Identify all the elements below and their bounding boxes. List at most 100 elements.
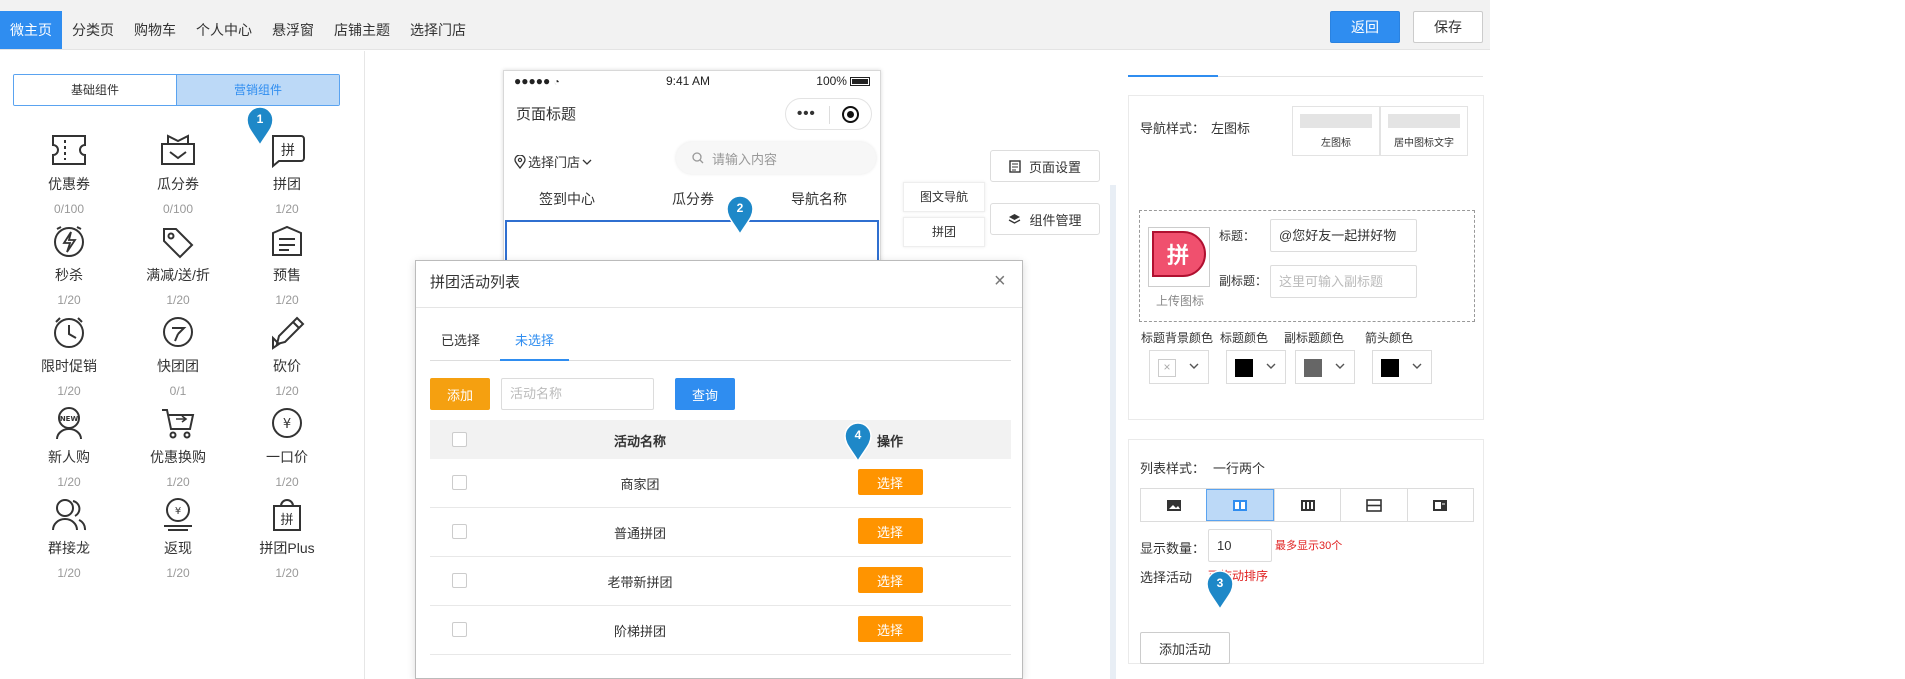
component-count: 1/20	[166, 566, 190, 580]
top-bar: 微主页 分类页 购物车 个人中心 悬浮窗 店铺主题 选择门店 返回 保存	[0, 0, 1490, 50]
query-button[interactable]: 查询	[675, 378, 735, 410]
select-button[interactable]: 选择	[857, 567, 923, 593]
select-button[interactable]: 选择	[857, 518, 923, 544]
svg-text:拼: 拼	[280, 513, 293, 528]
page-title: 页面标题	[516, 106, 577, 123]
title-label: 标题：	[1219, 229, 1256, 243]
tab-selected[interactable]: 已选择	[441, 331, 480, 361]
color-label: 副标题颜色	[1284, 331, 1345, 345]
chevron-down-icon	[1412, 363, 1422, 369]
subtitle-color-picker[interactable]	[1295, 350, 1355, 384]
component-group-chain[interactable]: 群接龙 1/20	[14, 482, 124, 593]
back-button[interactable]: 返回	[1330, 11, 1400, 43]
row-checkbox[interactable]	[452, 475, 467, 490]
list-style-card[interactable]	[1406, 489, 1473, 521]
component-cashback[interactable]: ¥ 返现 1/20	[123, 482, 233, 593]
list-style-list[interactable]	[1340, 489, 1406, 521]
component-name: 瓜分券	[157, 176, 199, 192]
settings-panel: 导航样式： 左图标 左图标 居中图标文字 拼 上传图标 标题： @您好友一起拼好…	[1116, 51, 1496, 679]
basic-components-tab[interactable]: 基础组件	[14, 75, 176, 105]
component-name: 快团团	[157, 358, 199, 374]
group-chain-icon	[52, 499, 87, 531]
component-panel: 基础组件 营销组件 优惠券 0/100 瓜分券 0/100 拼 拼团 1/20	[0, 51, 365, 679]
activity-name-input[interactable]: 活动名称	[501, 378, 654, 410]
tab-profile[interactable]: 个人中心	[186, 11, 262, 49]
modal-tabs: 已选择 未选择	[430, 331, 1011, 361]
tab-home[interactable]: 微主页	[0, 11, 62, 49]
list-style-single-image[interactable]	[1141, 489, 1206, 521]
app-root: 微主页 分类页 购物车 个人中心 悬浮窗 店铺主题 选择门店 返回 保存 基础组…	[0, 0, 1905, 679]
select-button[interactable]: 选择	[857, 469, 923, 495]
subtitle-input[interactable]: 这里可输入副标题	[1270, 265, 1417, 298]
subtitle-label: 副标题：	[1219, 274, 1268, 288]
battery-icon	[849, 76, 870, 86]
new-user-icon: NEW	[56, 407, 82, 440]
tab-category[interactable]: 分类页	[62, 11, 124, 49]
save-button[interactable]: 保存	[1413, 11, 1483, 43]
title-input[interactable]: @您好友一起拼好物	[1270, 219, 1417, 252]
fixed-price-icon: ¥	[272, 408, 302, 438]
chevron-down-icon	[1189, 363, 1199, 369]
add-activity-button[interactable]: 添加活动	[1140, 632, 1230, 664]
show-count-label: 显示数量：	[1140, 541, 1206, 556]
component-count: 1/20	[57, 566, 81, 580]
uploaded-icon[interactable]: 拼	[1148, 227, 1210, 287]
close-target-icon[interactable]	[842, 106, 859, 123]
presale-icon	[272, 225, 302, 256]
list-style-options	[1140, 488, 1474, 522]
row-checkbox[interactable]	[452, 524, 467, 539]
group-buy-badge-icon: 拼	[1152, 231, 1206, 277]
group-buy-activity-modal: 拼团活动列表 × 已选择 未选择 添加 活动名称 查询 活动名称 操作 商家团 …	[415, 260, 1023, 679]
component-group-buy-plus[interactable]: 拼 拼团Plus 1/20	[232, 482, 342, 593]
phone-search-bar[interactable]: 请输入内容	[676, 142, 876, 174]
list-icon	[1366, 498, 1382, 512]
style-option-center-icon[interactable]: 居中图标文字	[1380, 106, 1468, 156]
show-count-input[interactable]: 10	[1208, 529, 1272, 562]
title-color-picker[interactable]	[1226, 350, 1286, 384]
page-settings-button[interactable]: 页面设置	[990, 150, 1100, 182]
marketing-components-tab[interactable]: 营销组件	[176, 75, 339, 105]
color-label: 箭头颜色	[1365, 331, 1414, 345]
tab-unselected[interactable]: 未选择	[500, 331, 570, 361]
select-button[interactable]: 选择	[857, 616, 923, 642]
exchange-cart-icon	[162, 409, 195, 439]
tab-store[interactable]: 选择门店	[400, 11, 476, 49]
svg-text:¥: ¥	[175, 506, 181, 517]
nav-item[interactable]: 签到中心	[504, 189, 630, 209]
title-bg-color-picker[interactable]: ×	[1149, 350, 1209, 384]
settings-tab-indicator	[1128, 75, 1218, 77]
chevron-down-icon	[582, 159, 592, 165]
svg-text:拼: 拼	[281, 143, 295, 159]
component-type-switch: 基础组件 营销组件	[13, 74, 340, 106]
component-name: 返现	[164, 540, 192, 556]
step-marker-2: 2	[725, 195, 755, 235]
list-style-value: 一行两个	[1213, 461, 1266, 476]
tab-floating[interactable]: 悬浮窗	[262, 11, 324, 49]
style-option-left-icon[interactable]: 左图标	[1292, 106, 1380, 156]
quick-group-icon	[163, 317, 193, 347]
store-selector[interactable]: 选择门店	[514, 152, 592, 171]
row-checkbox[interactable]	[452, 622, 467, 637]
component-name: 一口价	[266, 449, 308, 465]
list-style-three-per-row[interactable]	[1273, 489, 1340, 521]
component-manage-button[interactable]: 组件管理	[990, 203, 1100, 235]
chevron-down-icon	[1266, 363, 1276, 369]
cashback-icon: ¥	[164, 498, 192, 531]
tab-cart[interactable]: 购物车	[124, 11, 186, 49]
component-count: 1/20	[275, 566, 299, 580]
group-buy-tag[interactable]: 拼团	[903, 217, 985, 247]
layers-icon	[1009, 214, 1021, 224]
select-all-checkbox[interactable]	[452, 432, 467, 447]
close-icon[interactable]: ×	[994, 271, 1006, 291]
add-button[interactable]: 添加	[430, 378, 490, 410]
store-label: 选择门店	[528, 155, 581, 170]
chevron-down-icon	[1335, 363, 1345, 369]
grid-two-icon	[1233, 499, 1248, 511]
list-style-two-per-row[interactable]	[1206, 489, 1274, 521]
row-checkbox[interactable]	[452, 573, 467, 588]
graphic-nav-tag[interactable]: 图文导航	[903, 182, 985, 212]
nav-item[interactable]: 导航名称	[756, 189, 880, 209]
more-dots-icon[interactable]: •••	[797, 105, 816, 122]
arrow-color-picker[interactable]	[1372, 350, 1432, 384]
tab-theme[interactable]: 店铺主题	[324, 11, 400, 49]
